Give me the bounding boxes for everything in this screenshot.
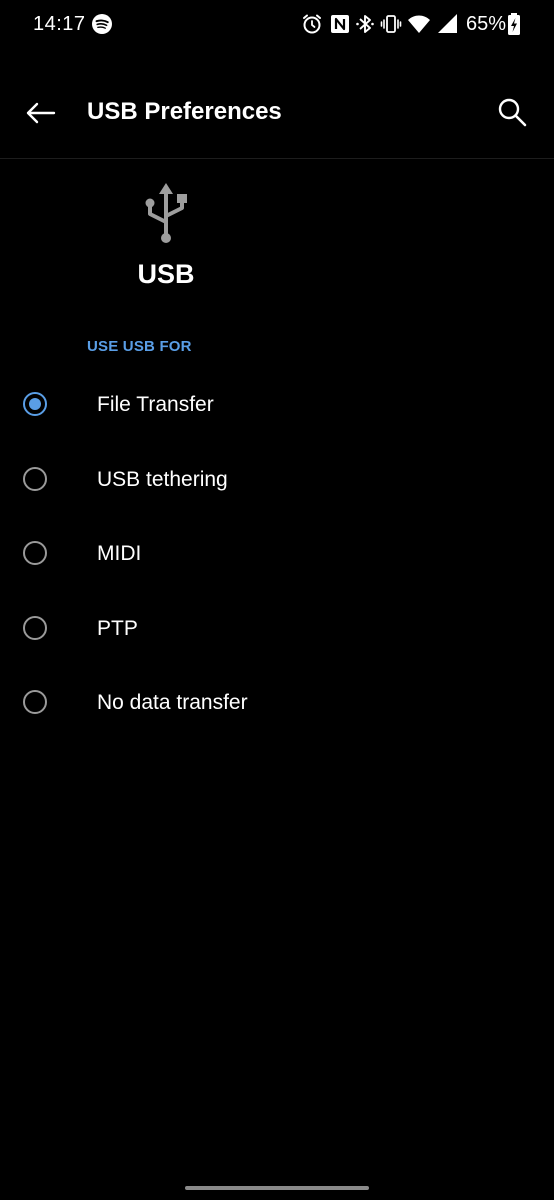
battery-percentage: 65% (466, 13, 507, 35)
cellular-signal-icon (438, 14, 457, 33)
arrow-left-icon (26, 102, 56, 124)
option-ptp[interactable]: PTP (0, 593, 554, 668)
radio-button[interactable] (23, 690, 47, 714)
usb-icon (145, 183, 187, 243)
nfc-icon (331, 15, 349, 33)
search-button[interactable] (492, 92, 534, 134)
bluetooth-icon (356, 15, 374, 33)
wifi-icon (408, 15, 430, 33)
radio-button[interactable] (23, 466, 47, 491)
option-label: PTP (97, 616, 138, 640)
option-label: No data transfer (97, 691, 248, 714)
page-title: USB Preferences (87, 98, 282, 125)
option-label: File Transfer (97, 393, 214, 416)
usb-mode-options: File Transfer USB tethering MIDI PTP No … (0, 369, 554, 742)
app-bar-divider (0, 158, 554, 159)
back-button[interactable] (20, 92, 62, 134)
battery-charging-icon (508, 13, 520, 35)
radio-button[interactable] (23, 615, 47, 640)
option-label: MIDI (97, 542, 142, 565)
vibrate-icon (380, 15, 402, 33)
status-time: 14:17 (33, 13, 86, 35)
option-file-transfer[interactable]: File Transfer (0, 369, 554, 444)
spotify-icon (92, 14, 112, 34)
option-label: USB tethering (97, 467, 228, 491)
status-bar: 14:17 65% (0, 0, 554, 50)
section-header-use-usb-for: USE USB FOR (87, 338, 192, 355)
radio-button-selected[interactable] (23, 392, 47, 416)
app-bar: USB Preferences (0, 70, 554, 158)
option-usb-tethering[interactable]: USB tethering (0, 444, 554, 519)
option-midi[interactable]: MIDI (0, 518, 554, 593)
radio-button[interactable] (23, 541, 47, 565)
usb-header-title: USB (137, 259, 195, 289)
search-icon (498, 98, 527, 127)
gesture-nav-handle[interactable] (185, 1186, 369, 1190)
option-no-data-transfer[interactable]: No data transfer (0, 667, 554, 742)
alarm-icon (303, 14, 321, 34)
